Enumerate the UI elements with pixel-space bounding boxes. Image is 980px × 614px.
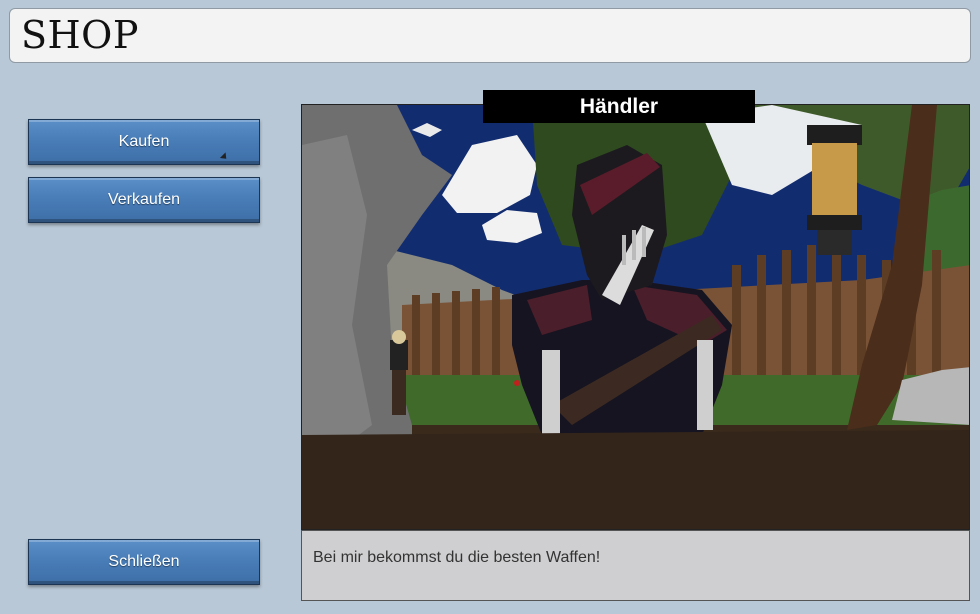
close-button[interactable]: Schließen [28, 539, 260, 585]
merchant-scene-image [302, 105, 969, 529]
dialog-text: Bei mir bekommst du die besten Waffen! [313, 549, 601, 566]
npc-name-plate: Händler [483, 90, 755, 123]
dialog-box: Bei mir bekommst du die besten Waffen! [301, 530, 970, 601]
shop-header: SHOP [9, 8, 971, 63]
page-title: SHOP [21, 13, 139, 57]
merchant-scene-view [301, 104, 970, 530]
sell-button[interactable]: Verkaufen [28, 177, 260, 223]
